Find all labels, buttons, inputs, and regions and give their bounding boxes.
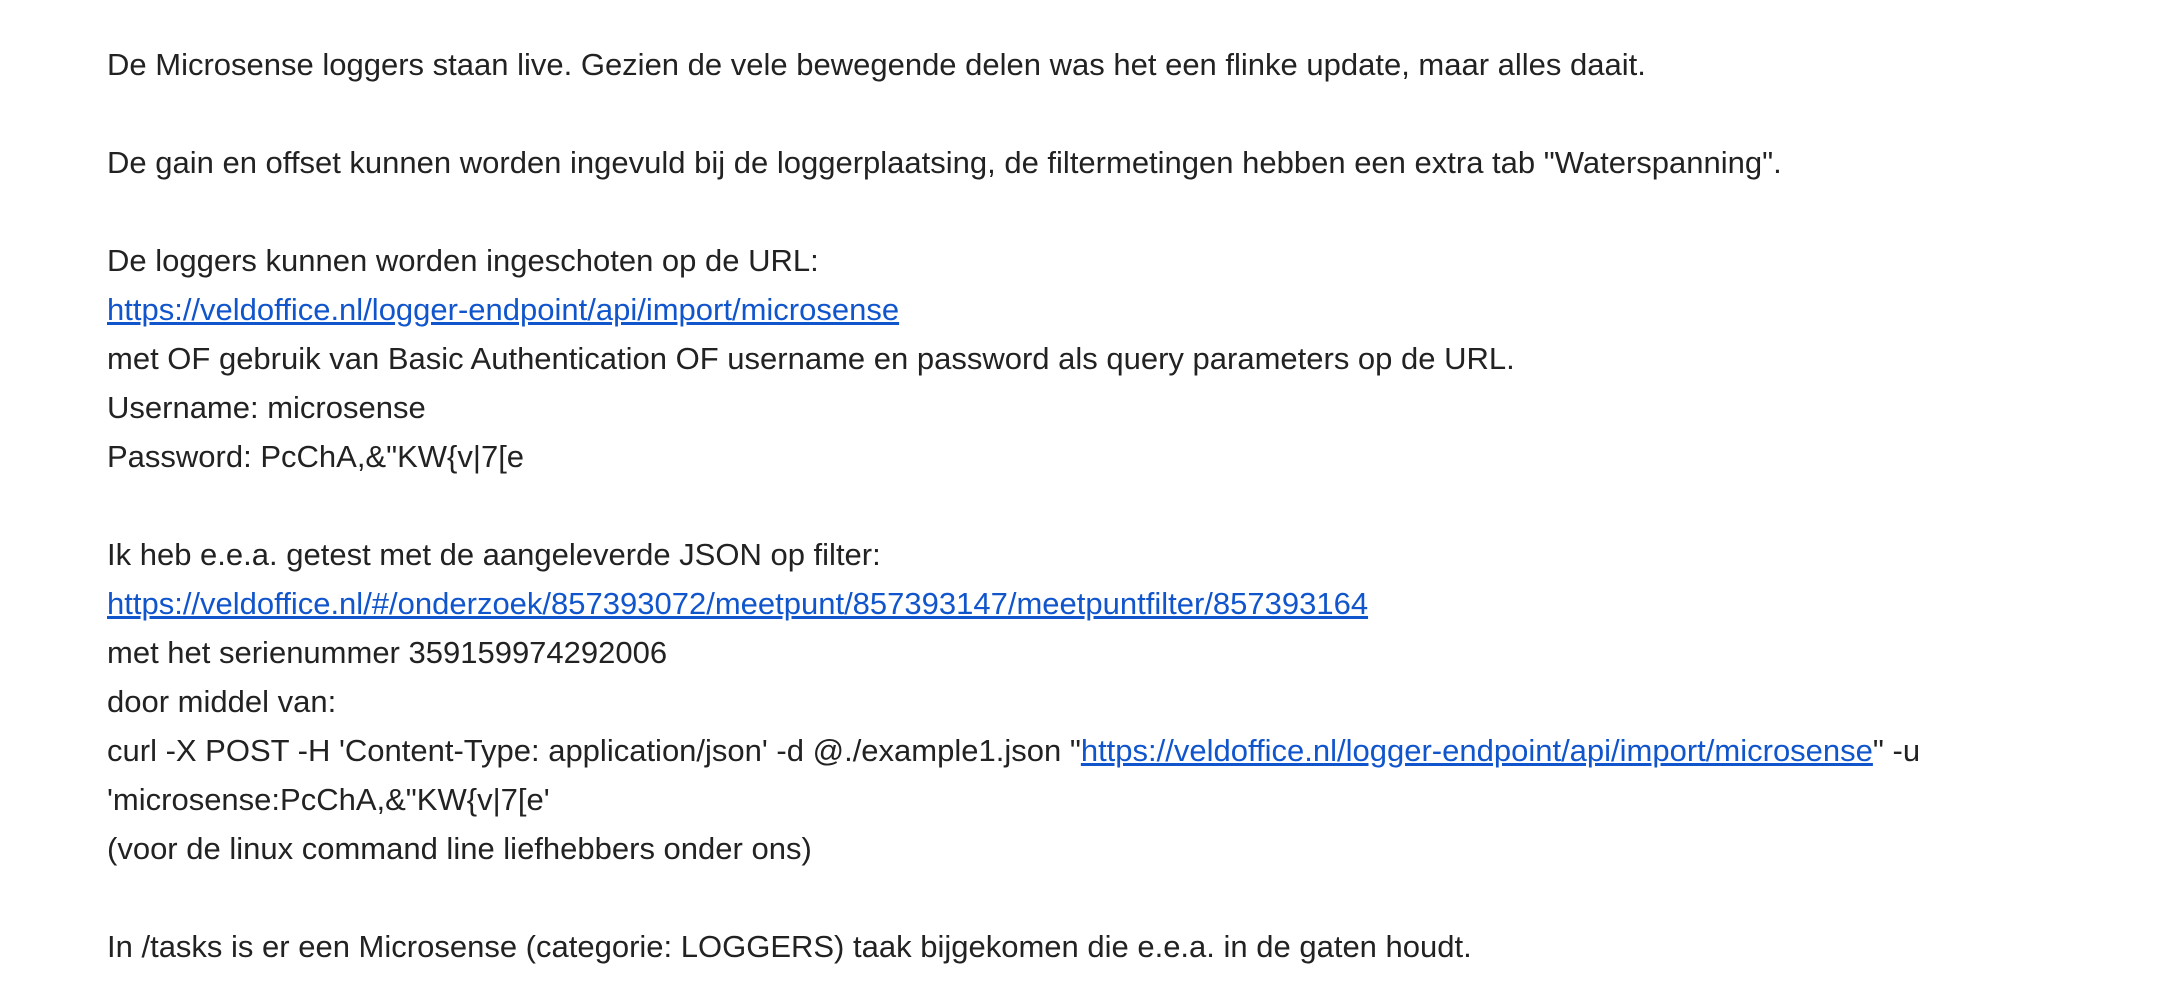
endpoint-url-line: https://veldoffice.nl/logger-endpoint/ap… [107, 285, 2097, 334]
curl-prefix: curl -X POST -H 'Content-Type: applicati… [107, 733, 1081, 768]
curl-endpoint-link[interactable]: https://veldoffice.nl/logger-endpoint/ap… [1081, 733, 1873, 768]
email-body: De Microsense loggers staan live. Gezien… [107, 40, 2097, 971]
filter-url-line: https://veldoffice.nl/#/onderzoek/857393… [107, 579, 2097, 628]
tasks-paragraph: In /tasks is er een Microsense (categori… [107, 929, 1472, 964]
test-intro-text: Ik heb e.e.a. getest met de aangeleverde… [107, 537, 881, 572]
url-intro-text: De loggers kunnen worden ingeschoten op … [107, 243, 819, 278]
serial-number-line: met het serienummer 359159974292006 [107, 635, 668, 670]
curl-suffix: " -u [1872, 733, 1921, 768]
password-line: Password: PcChA,&"KW{v|7[e [107, 439, 525, 474]
username-line: Username: microsense [107, 390, 426, 425]
endpoint-link[interactable]: https://veldoffice.nl/logger-endpoint/ap… [107, 292, 899, 327]
intro-paragraph: De Microsense loggers staan live. Gezien… [107, 47, 1646, 82]
filter-link[interactable]: https://veldoffice.nl/#/onderzoek/857393… [107, 586, 1368, 621]
means-line: door middel van: [107, 684, 337, 719]
curl-command-line: curl -X POST -H 'Content-Type: applicati… [107, 726, 2097, 775]
curl-credentials-line: 'microsense:PcChA,&"KW{v|7[e' [107, 782, 550, 817]
linux-note: (voor de linux command line liefhebbers … [107, 831, 812, 866]
gain-offset-paragraph: De gain en offset kunnen worden ingevuld… [107, 145, 1782, 180]
auth-text: met OF gebruik van Basic Authentication … [107, 341, 1515, 376]
